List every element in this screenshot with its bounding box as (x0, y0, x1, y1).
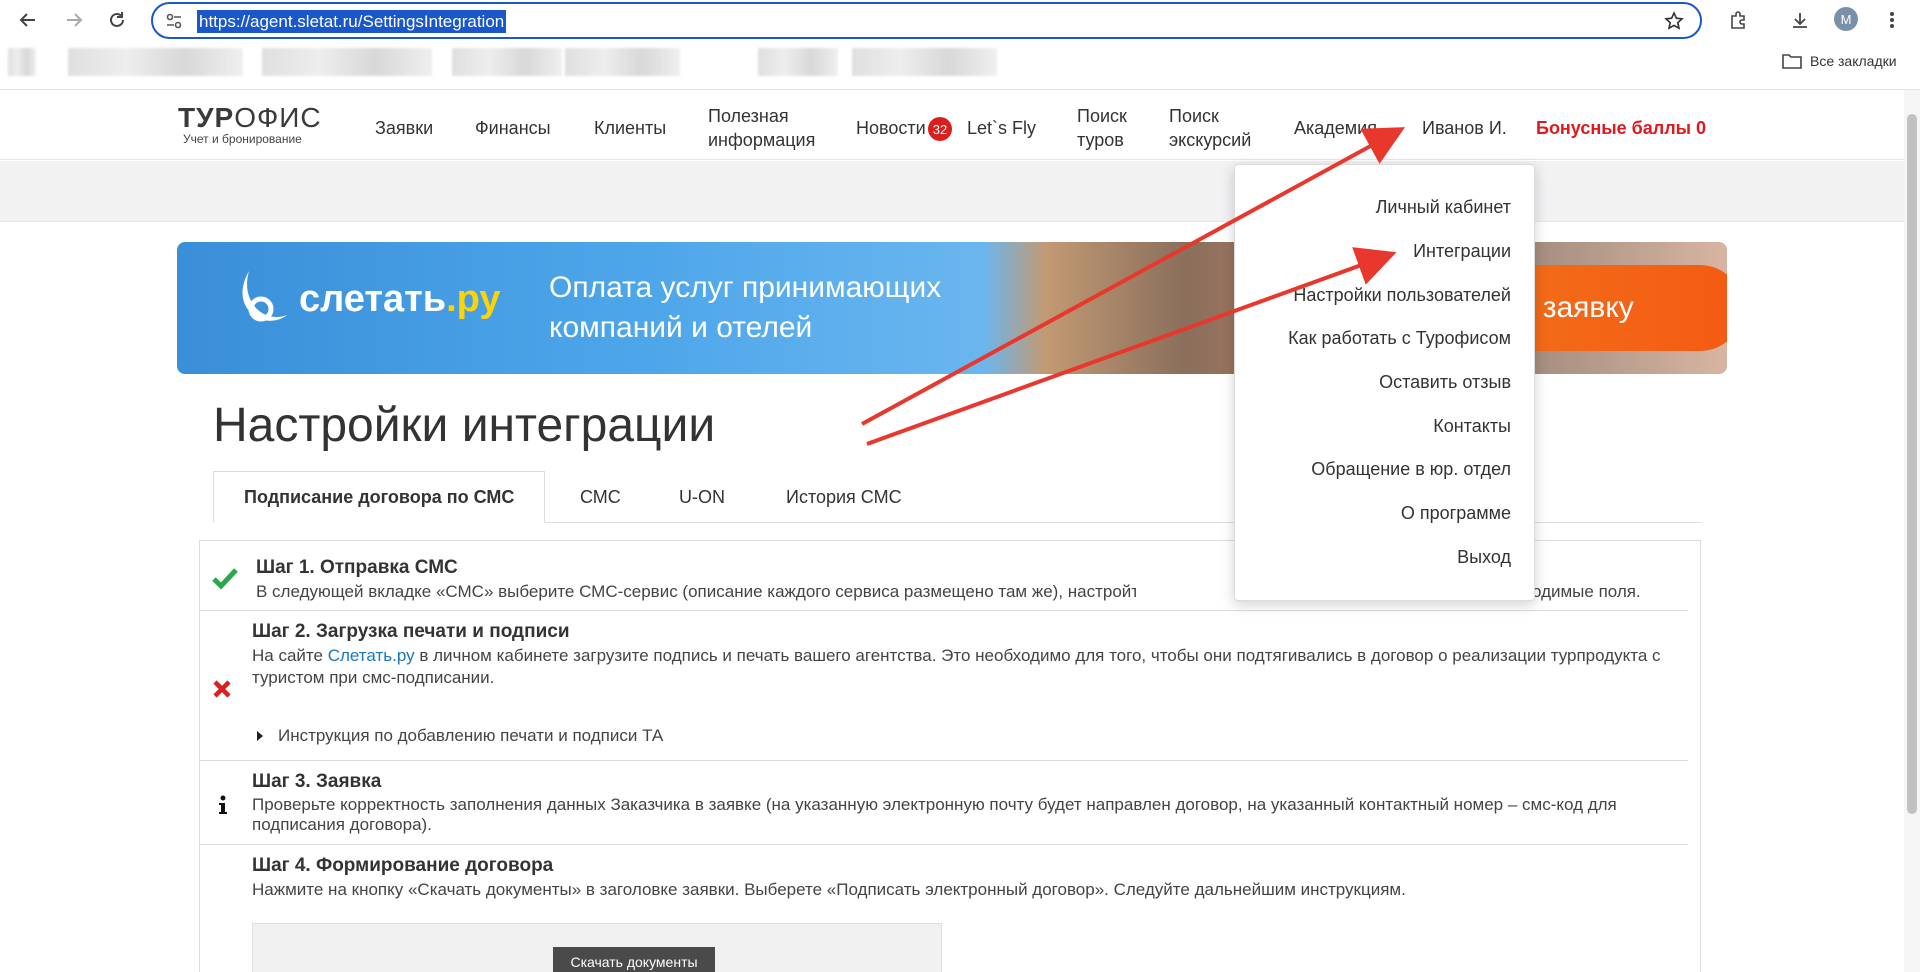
logo-subtitle: Учет и бронирование (183, 132, 302, 146)
steps-panel: Шаг 1. Отправка СМС В следующей вкладке … (199, 540, 1701, 972)
sletat-link[interactable]: Слетать.ру (328, 646, 415, 665)
close-x-icon (212, 679, 232, 704)
user-dropdown-menu: Личный кабинет Интеграции Настройки поль… (1234, 164, 1535, 601)
tab-u-on[interactable]: U-ON (679, 471, 725, 523)
page-scrollbar[interactable] (1904, 90, 1920, 972)
sletat-logo-ru: .ру (446, 277, 501, 320)
download-documents-button: Скачать документы (553, 947, 715, 972)
tab-sms-history[interactable]: История СМС (786, 471, 902, 523)
extensions-icon[interactable] (1726, 8, 1750, 32)
page-title: Настройки интеграции (213, 399, 716, 452)
banner-headline: Оплата услуг принимающих компаний и отел… (549, 271, 942, 344)
instruction-toggle[interactable]: Инструкция по добавлению печати и подпис… (256, 725, 663, 747)
user-menu-trigger[interactable]: Иванов И. (1422, 116, 1507, 140)
tab-sms[interactable]: СМС (580, 471, 621, 523)
nav-klienty[interactable]: Клиенты (594, 116, 666, 140)
nav-zayavki[interactable]: Заявки (375, 116, 433, 140)
turofis-logo[interactable]: ТУРОФИС Учет и бронирование (178, 102, 322, 146)
info-icon (218, 795, 228, 820)
all-bookmarks[interactable]: Все закладки (1782, 53, 1897, 69)
sletat-logo-text: слетать (299, 277, 447, 320)
site-settings-icon[interactable] (165, 12, 183, 35)
address-bar[interactable]: https://agent.sletat.ru/SettingsIntegrat… (151, 2, 1702, 39)
nav-news[interactable]: Новости (856, 116, 926, 140)
check-icon (212, 567, 238, 594)
step-2: Шаг 2. Загрузка печати и подписи На сайт… (200, 611, 1688, 761)
bookmark-blurred[interactable] (758, 48, 838, 76)
bookmarks-bar: Все закладки (0, 40, 1920, 90)
step-3: Шаг 3. Заявка Проверьте корректность зап… (200, 761, 1688, 845)
scrollbar-thumb[interactable] (1907, 114, 1917, 814)
menu-logout[interactable]: Выход (1457, 547, 1511, 568)
instruction-screenshot: Скачать документы (252, 923, 942, 972)
step-1-text-tail: одимые поля. (1532, 582, 1641, 601)
back-icon[interactable] (16, 8, 40, 32)
bookmark-blurred[interactable] (852, 48, 997, 76)
menu-integrations[interactable]: Интеграции (1413, 241, 1511, 262)
bookmark-blurred[interactable] (262, 48, 432, 76)
menu-contacts[interactable]: Контакты (1433, 416, 1511, 437)
news-count-badge: 32 (928, 117, 952, 141)
step-3-text: Проверьте корректность заполнения данных… (252, 795, 1617, 834)
all-bookmarks-label: Все закладки (1810, 53, 1897, 69)
menu-leave-review[interactable]: Оставить отзыв (1379, 372, 1511, 393)
menu-user-settings[interactable]: Настройки пользователей (1293, 285, 1511, 306)
step-4-title: Шаг 4. Формирование договора (252, 855, 554, 876)
sub-header-band (0, 161, 1904, 222)
nav-lets-fly[interactable]: Let`s Fly (967, 116, 1036, 140)
nav-academy[interactable]: Академия (1294, 116, 1377, 140)
browser-toolbar: https://agent.sletat.ru/SettingsIntegrat… (0, 0, 1920, 40)
sletat-bird-icon (242, 271, 287, 322)
caret-right-icon (257, 731, 263, 741)
logo-bold: ТУР (178, 102, 235, 133)
menu-about[interactable]: О программе (1401, 503, 1511, 524)
step-2-title: Шаг 2. Загрузка печати и подписи (252, 621, 570, 642)
step-2-text-after: в личном кабинете загрузите подпись и пе… (252, 646, 1661, 687)
site-header: ТУРОФИС Учет и бронирование Заявки Финан… (0, 90, 1904, 160)
nav-excursion-search[interactable]: Поиск экскурсий (1169, 104, 1259, 152)
step-3-title: Шаг 3. Заявка (252, 771, 382, 792)
tab-sms-contract[interactable]: Подписание договора по СМС (213, 471, 546, 523)
nav-finansy[interactable]: Финансы (475, 116, 551, 140)
instruction-label: Инструкция по добавлению печати и подпис… (278, 726, 664, 745)
step-1-text: В следующей вкладке «СМС» выберите СМС-с… (256, 582, 1136, 601)
nav-useful-info[interactable]: Полезная информация (708, 104, 828, 152)
bonus-points[interactable]: Бонусные баллы 0 (1536, 118, 1706, 139)
menu-personal-cabinet[interactable]: Личный кабинет (1376, 197, 1511, 218)
bookmark-star-icon[interactable] (1664, 11, 1684, 36)
menu-legal-department[interactable]: Обращение в юр. отдел (1311, 459, 1511, 480)
step-2-text: На сайте Слетать.ру в личном кабинете за… (252, 645, 1672, 689)
folder-icon (1782, 54, 1802, 69)
step-4-text: Нажмите на кнопку «Скачать документы» в … (252, 880, 1406, 899)
bookmark-blurred[interactable] (565, 48, 680, 76)
bookmark-blurred[interactable] (68, 48, 243, 76)
reload-icon[interactable] (105, 8, 129, 32)
step-1-title: Шаг 1. Отправка СМС (256, 557, 458, 578)
menu-how-to-work[interactable]: Как работать с Турофисом (1288, 328, 1511, 349)
nav-tour-search[interactable]: Поиск туров (1077, 104, 1137, 152)
more-menu-icon[interactable] (1880, 8, 1904, 32)
download-icon[interactable] (1788, 8, 1812, 32)
url-text[interactable]: https://agent.sletat.ru/SettingsIntegrat… (197, 10, 507, 33)
logo-light: ОФИС (234, 102, 322, 133)
step-2-text-before: На сайте (252, 646, 328, 665)
sletat-logo: слетать.ру (235, 267, 501, 331)
forward-icon[interactable] (62, 8, 86, 32)
bookmark-blurred[interactable] (452, 48, 562, 76)
bookmark-blurred[interactable] (8, 48, 36, 76)
profile-avatar[interactable]: M (1834, 7, 1858, 31)
